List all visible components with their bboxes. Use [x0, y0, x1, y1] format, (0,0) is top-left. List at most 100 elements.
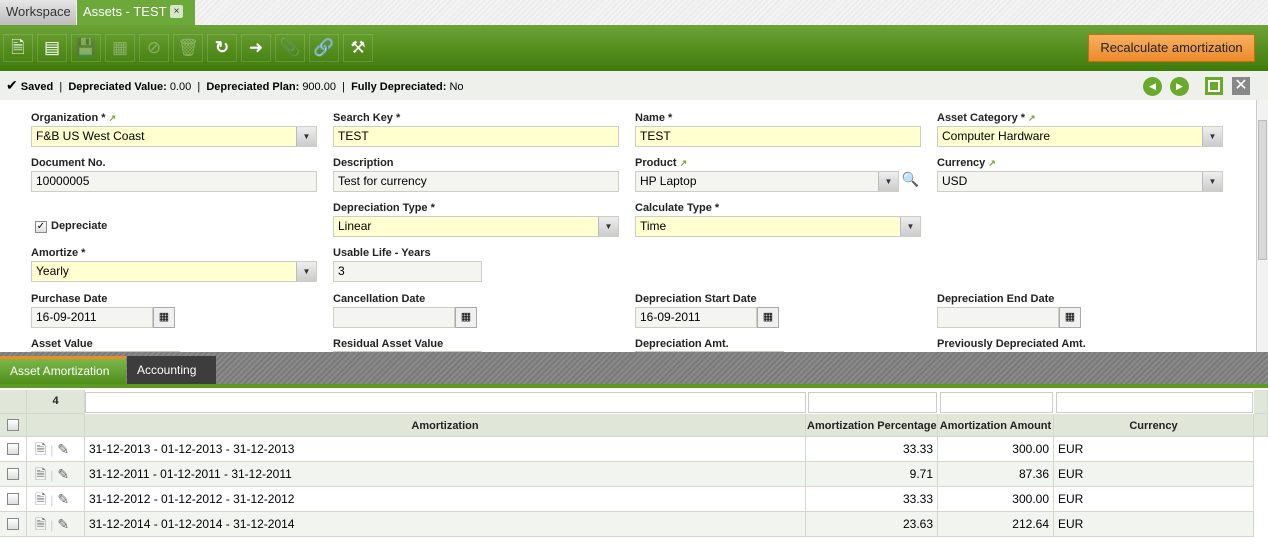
next-record-icon[interactable]: ▶ — [1170, 77, 1189, 96]
link-arrow-icon[interactable]: ↗ — [109, 113, 117, 123]
save-close-icon[interactable]: ▦ — [105, 34, 135, 62]
link-arrow-icon[interactable]: ↗ — [988, 158, 996, 168]
refresh-icon[interactable]: ↻ — [207, 34, 237, 62]
delete-icon[interactable]: 🗑 — [173, 34, 203, 62]
chevron-down-icon[interactable]: ▼ — [296, 262, 316, 281]
filter-percentage[interactable] — [808, 392, 937, 413]
filter-currency[interactable] — [1056, 392, 1253, 413]
amortization-cell[interactable]: 31-12-2013 - 01-12-2013 - 31-12-2013 — [85, 437, 806, 462]
open-form-icon[interactable]: 🗎 — [35, 491, 46, 507]
calendar-icon[interactable]: ▦ — [455, 307, 477, 328]
row-checkbox[interactable] — [7, 443, 19, 455]
percentage-cell[interactable]: 33.33 — [806, 487, 938, 512]
column-header-amortization[interactable]: Amortization — [85, 414, 806, 437]
edit-pencil-icon[interactable]: ✎ — [57, 516, 69, 532]
column-header-currency[interactable]: Currency — [1054, 414, 1254, 437]
close-form-icon[interactable]: ✕ — [1232, 77, 1250, 95]
link-arrow-icon[interactable]: ↗ — [680, 158, 688, 168]
search-icon[interactable]: 🔍 — [900, 171, 921, 192]
filter-amount[interactable] — [940, 392, 1053, 413]
undo-icon[interactable]: ⊘ — [139, 34, 169, 62]
usable-life-label: Usable Life - Years — [333, 247, 431, 259]
description-input[interactable]: Test for currency — [333, 171, 619, 192]
amortization-cell[interactable]: 31-12-2014 - 01-12-2014 - 31-12-2014 — [85, 512, 806, 537]
export-icon[interactable]: ➜ — [241, 34, 271, 62]
calendar-icon[interactable]: ▦ — [1059, 307, 1081, 328]
currency-cell[interactable]: EUR — [1054, 487, 1254, 512]
search-key-input[interactable]: TEST — [333, 126, 619, 147]
calendar-icon[interactable]: ▦ — [757, 307, 779, 328]
separator: | — [50, 518, 54, 532]
tab-assets-test[interactable]: Assets - TEST × — [77, 0, 195, 25]
product-select[interactable]: HP Laptop ▼ — [635, 171, 899, 192]
tab-asset-amortization[interactable]: Asset Amortization — [0, 356, 126, 384]
percentage-cell[interactable]: 23.63 — [806, 512, 938, 537]
chevron-down-icon[interactable]: ▼ — [900, 217, 920, 236]
amount-cell[interactable]: 300.00 — [938, 437, 1054, 462]
document-no-input[interactable]: 10000005 — [31, 171, 317, 192]
tab-workspace[interactable]: Workspace — [0, 0, 76, 25]
new-grid-record-icon[interactable]: ▤ — [37, 34, 67, 62]
cancellation-date-input[interactable] — [333, 307, 455, 328]
dep-start-date-input[interactable]: 16-09-2011 — [635, 307, 757, 328]
recalculate-amortization-button[interactable]: Recalculate amortization — [1088, 34, 1255, 62]
currency-select[interactable]: USD ▼ — [937, 171, 1223, 192]
depreciate-checkbox[interactable]: ✓ — [35, 221, 47, 233]
chevron-down-icon[interactable]: ▼ — [598, 217, 618, 236]
amortization-cell[interactable]: 31-12-2011 - 01-12-2011 - 31-12-2011 — [85, 462, 806, 487]
edit-pencil-icon[interactable]: ✎ — [57, 466, 69, 482]
row-select-cell — [0, 437, 27, 462]
usable-life-input[interactable]: 3 — [333, 261, 482, 282]
save-icon[interactable]: 💾 — [71, 34, 101, 62]
calendar-icon[interactable]: ▦ — [153, 307, 175, 328]
open-form-icon[interactable]: 🗎 — [35, 441, 46, 457]
currency-cell[interactable]: EUR — [1054, 462, 1254, 487]
currency-cell[interactable]: EUR — [1054, 437, 1254, 462]
row-checkbox[interactable] — [7, 468, 19, 480]
amount-cell[interactable]: 87.36 — [938, 462, 1054, 487]
amortization-cell[interactable]: 31-12-2012 - 01-12-2012 - 31-12-2012 — [85, 487, 806, 512]
attachment-icon[interactable]: 📎 — [275, 34, 305, 62]
chevron-down-icon[interactable]: ▼ — [878, 172, 898, 191]
close-tab-icon[interactable]: × — [170, 5, 183, 18]
open-form-icon[interactable]: 🗎 — [35, 466, 46, 482]
maximize-icon[interactable] — [1205, 77, 1223, 95]
tab-accounting[interactable]: Accounting — [127, 356, 216, 384]
document-no-label: Document No. — [31, 157, 106, 169]
dep-end-date-input[interactable] — [937, 307, 1059, 328]
row-actions-cell: 🗎 | ✎ — [27, 487, 85, 512]
organization-select[interactable]: F&B US West Coast ▼ — [31, 126, 317, 147]
asset-category-select[interactable]: Computer Hardware ▼ — [937, 126, 1223, 147]
name-input[interactable]: TEST — [635, 126, 921, 147]
form-scrollbar[interactable] — [1256, 100, 1268, 352]
search-key-label: Search Key * — [333, 112, 401, 124]
row-select-cell — [0, 462, 27, 487]
row-checkbox[interactable] — [7, 493, 19, 505]
amortize-select[interactable]: Yearly ▼ — [31, 261, 317, 282]
link-icon[interactable]: 🔗 — [309, 34, 339, 62]
depreciation-type-select[interactable]: Linear ▼ — [333, 216, 619, 237]
amount-cell[interactable]: 300.00 — [938, 487, 1054, 512]
chevron-down-icon[interactable]: ▼ — [296, 127, 316, 146]
filter-amortization[interactable] — [85, 392, 806, 413]
link-arrow-icon[interactable]: ↗ — [1028, 113, 1036, 123]
currency-cell[interactable]: EUR — [1054, 512, 1254, 537]
select-all-checkbox[interactable] — [7, 419, 19, 431]
edit-pencil-icon[interactable]: ✎ — [57, 491, 69, 507]
row-checkbox[interactable] — [7, 518, 19, 530]
open-form-icon[interactable]: 🗎 — [35, 516, 46, 532]
amount-cell[interactable]: 212.64 — [938, 512, 1054, 537]
percentage-cell[interactable]: 33.33 — [806, 437, 938, 462]
chevron-down-icon[interactable]: ▼ — [1202, 127, 1222, 146]
percentage-cell[interactable]: 9.71 — [806, 462, 938, 487]
new-document-icon[interactable]: 🗎 — [3, 34, 33, 62]
column-header-percentage[interactable]: Amortization Percentage — [806, 414, 938, 437]
purchase-date-input[interactable]: 16-09-2011 — [31, 307, 153, 328]
edit-pencil-icon[interactable]: ✎ — [57, 441, 69, 457]
tools-icon[interactable]: ⚒ — [343, 34, 373, 62]
column-header-amount[interactable]: Amortization Amount — [938, 414, 1054, 437]
previous-record-icon[interactable]: ◀ — [1143, 77, 1162, 96]
calculate-type-select[interactable]: Time ▼ — [635, 216, 921, 237]
chevron-down-icon[interactable]: ▼ — [1202, 172, 1222, 191]
dep-plan-label: Depreciated Plan: — [206, 81, 300, 93]
